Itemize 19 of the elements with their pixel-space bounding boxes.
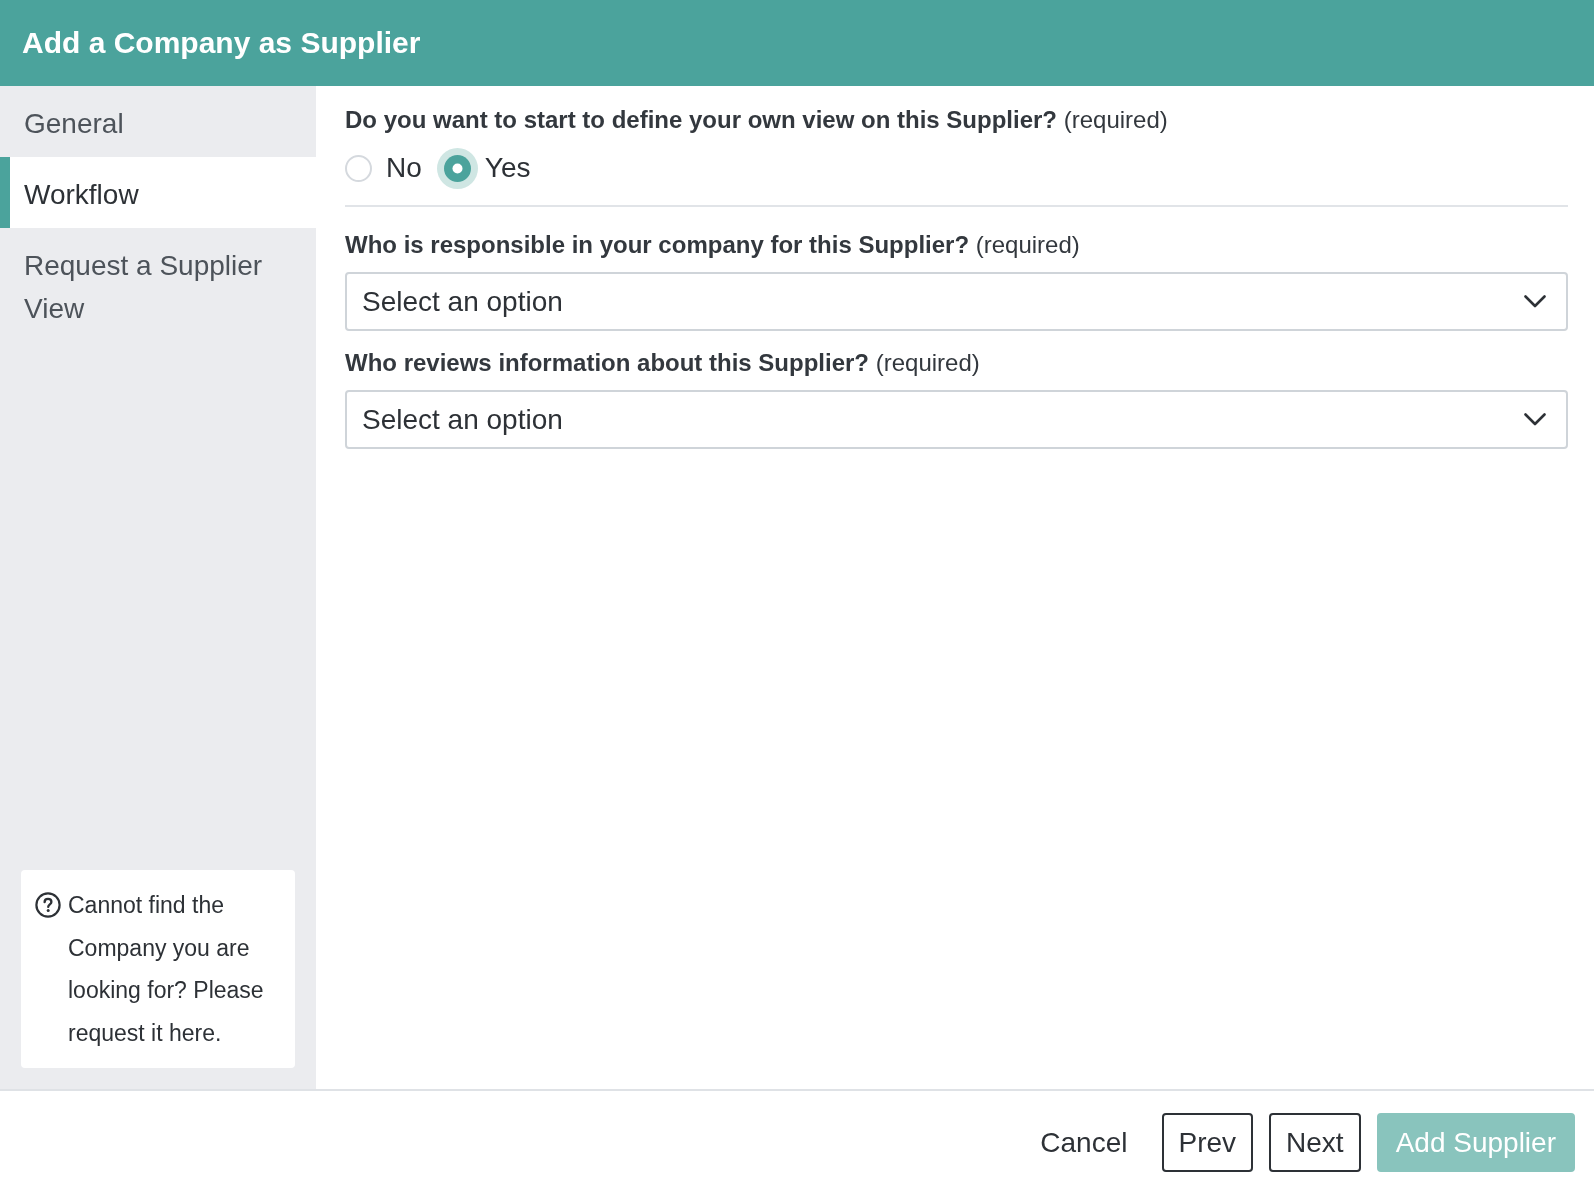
dialog-title: Add a Company as Supplier (22, 26, 421, 60)
select-field[interactable]: Select an option (345, 390, 1568, 449)
chevron-down-icon (1524, 295, 1546, 308)
outline-button[interactable]: Next (1269, 1113, 1361, 1172)
select-field[interactable]: Select an option (345, 272, 1568, 331)
radio-label[interactable]: Yes (484, 152, 531, 184)
chevron-down-icon (1524, 413, 1546, 426)
outline-button[interactable]: Prev (1161, 1113, 1254, 1172)
help-icon (35, 892, 61, 918)
question-label: Who reviews information about this Supplier? (required) (345, 348, 981, 378)
question-label: Who is responsible in your company for this Supplier? (required) (345, 230, 1081, 260)
sidebar-tab[interactable]: Workflow (0, 157, 316, 228)
radio-button[interactable] (436, 147, 478, 189)
radio-button[interactable] (345, 154, 372, 182)
question-label: Do you want to start to define your own view on this Supplier? (required) (345, 105, 1169, 135)
sidebar-tab[interactable]: Request a Supplier View (0, 228, 316, 342)
radio-label[interactable]: No (386, 152, 422, 184)
help-text: Cannot find the Company you are looking for? Please request it here. (68, 891, 265, 1048)
sidebar-tab[interactable]: General (0, 86, 316, 157)
